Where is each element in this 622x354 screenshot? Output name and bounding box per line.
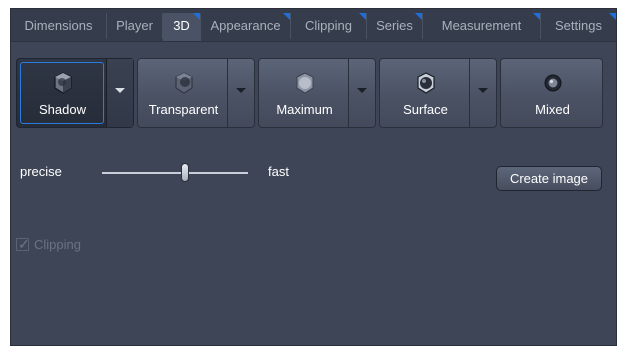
surface-mode-label: Surface <box>403 102 448 117</box>
shadow-mode-main[interactable]: Shadow <box>17 59 108 127</box>
shadow-mode-button[interactable]: Shadow <box>16 58 134 128</box>
maximum-mode-button[interactable]: Maximum <box>258 58 376 128</box>
tab-label: Series <box>376 18 413 33</box>
tab-corner-marker <box>359 13 366 20</box>
tab-label: 3D <box>173 18 190 33</box>
render-mode-buttons: Shadow Transparent Maximum Surface Mixed <box>16 58 603 128</box>
maximum-mode-main[interactable]: Maximum <box>259 59 350 127</box>
tab-corner-marker <box>283 13 290 20</box>
chevron-down-icon <box>478 88 488 93</box>
mixed-sphere-icon <box>544 74 561 92</box>
surface-sphere-icon <box>416 72 435 94</box>
tab-appearance[interactable]: Appearance <box>201 13 291 39</box>
tab-settings[interactable]: Settings <box>541 13 616 39</box>
chevron-down-icon <box>115 88 125 93</box>
slider-right-label: fast <box>268 164 289 179</box>
checkbox-box: ✓ <box>16 236 30 252</box>
tab-label: Appearance <box>210 18 281 33</box>
tab-measurement[interactable]: Measurement <box>423 13 541 39</box>
tab-corner-marker <box>609 13 616 20</box>
chevron-down-icon <box>357 88 367 93</box>
mixed-mode-label: Mixed <box>535 102 570 117</box>
tab-label: Player <box>116 18 153 33</box>
clipping-label: Clipping <box>34 237 81 252</box>
mixed-mode-button[interactable]: Mixed <box>500 58 603 128</box>
tab-corner-marker <box>415 13 422 20</box>
transparent-mode-label: Transparent <box>148 102 219 117</box>
maximum-mode-label: Maximum <box>276 102 333 117</box>
shadow-cube-icon <box>53 72 72 94</box>
checkmark-icon: ✓ <box>18 236 30 252</box>
tab-corner-marker <box>193 13 200 20</box>
tab-label: Dimensions <box>24 18 93 33</box>
tab-label: Settings <box>555 18 602 33</box>
transparent-mode-dropdown[interactable] <box>227 59 254 127</box>
mixed-mode-main[interactable]: Mixed <box>501 59 604 127</box>
slider-left-label: precise <box>20 164 62 179</box>
surface-mode-main[interactable]: Surface <box>380 59 471 127</box>
transparent-mode-main[interactable]: Transparent <box>138 59 229 127</box>
surface-mode-button[interactable]: Surface <box>379 58 497 128</box>
shadow-mode-label: Shadow <box>39 102 86 117</box>
transparent-mode-button[interactable]: Transparent <box>137 58 255 128</box>
quality-slider-thumb[interactable] <box>181 163 190 182</box>
tab-series[interactable]: Series <box>367 13 423 39</box>
tab-corner-marker <box>533 13 540 20</box>
tab-label: Measurement <box>441 18 522 33</box>
create-image-button[interactable]: Create image <box>496 166 602 191</box>
surface-mode-dropdown[interactable] <box>469 59 496 127</box>
shadow-mode-dropdown[interactable] <box>106 59 133 127</box>
maximum-sphere-icon <box>296 72 313 94</box>
maximum-mode-dropdown[interactable] <box>348 59 375 127</box>
tab-label: Clipping <box>305 18 352 33</box>
chevron-down-icon <box>236 88 246 93</box>
tab-player[interactable]: Player <box>107 13 163 39</box>
quality-slider-track[interactable] <box>102 172 248 174</box>
tab-clipping[interactable]: Clipping <box>291 13 367 39</box>
tab-dimensions[interactable]: Dimensions <box>11 13 107 39</box>
tab-bar: Dimensions Player 3D Appearance Clipping… <box>11 9 616 42</box>
tab-3d[interactable]: 3D <box>163 13 201 41</box>
transparent-cube-icon <box>175 72 192 94</box>
